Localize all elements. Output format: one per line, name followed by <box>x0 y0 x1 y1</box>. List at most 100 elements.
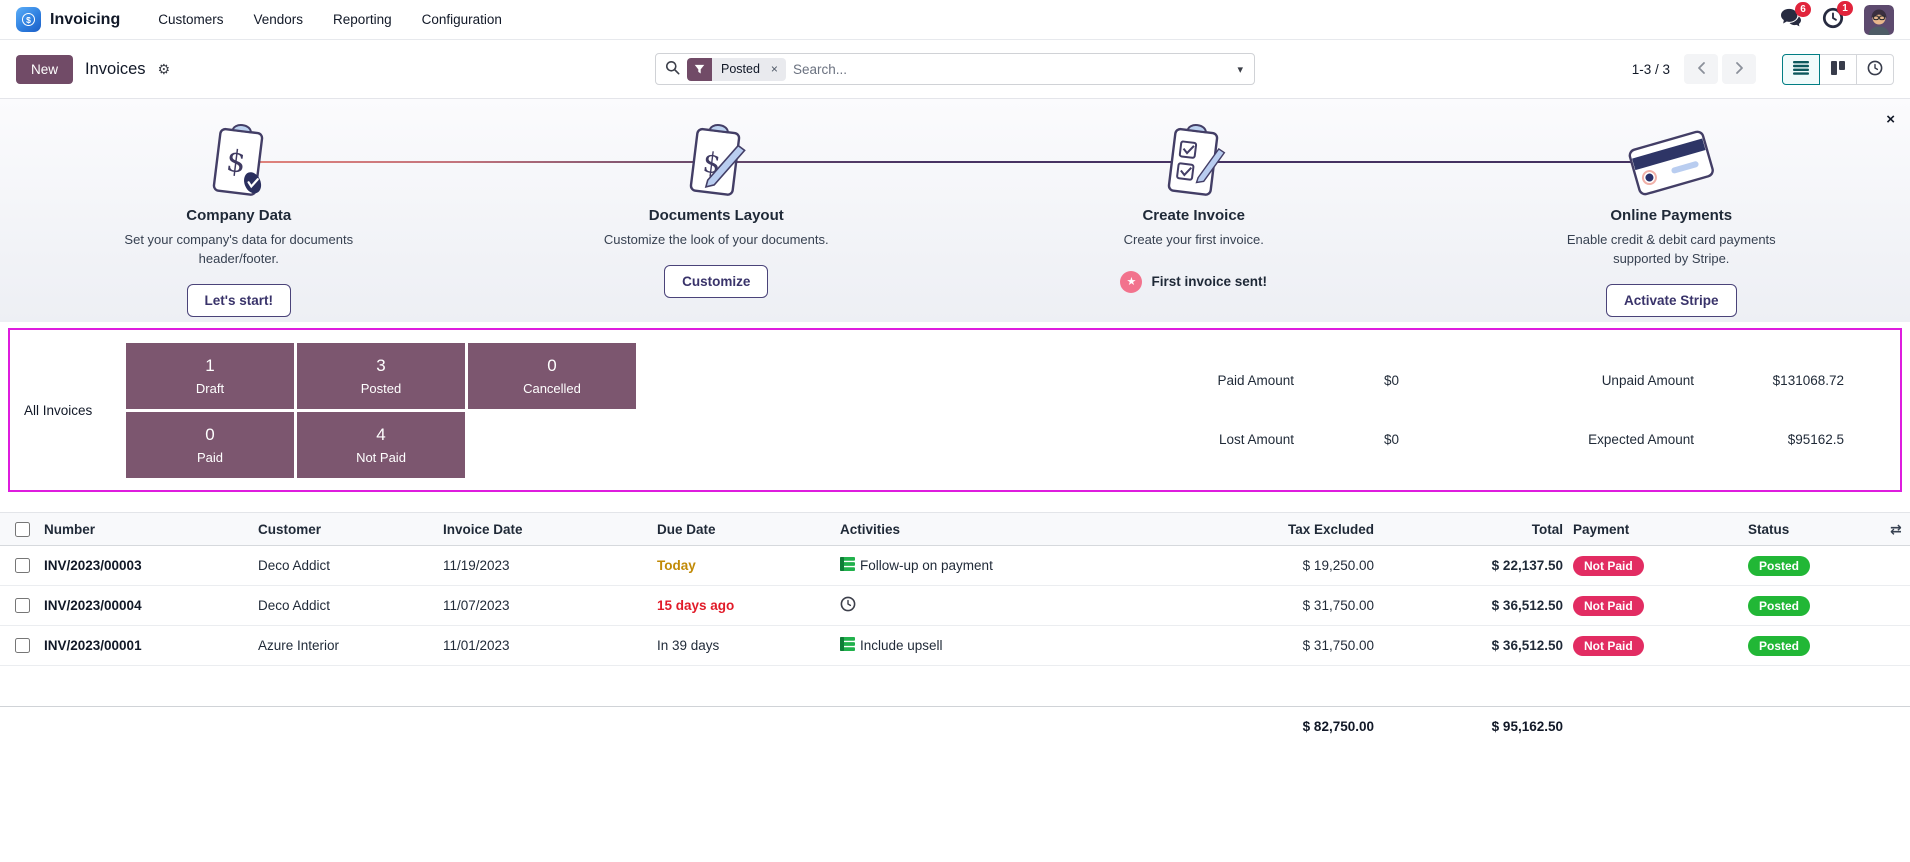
status-label: Paid <box>197 450 223 465</box>
user-avatar[interactable] <box>1864 5 1894 35</box>
app-name[interactable]: Invoicing <box>50 11 120 29</box>
filter-facet-posted[interactable]: Posted × <box>687 58 786 81</box>
lost-amount-value: $0 <box>1294 432 1444 447</box>
activate-stripe-button[interactable]: Activate Stripe <box>1606 284 1737 317</box>
payment-badge: Not Paid <box>1573 636 1644 656</box>
expected-amount-label[interactable]: Expected Amount <box>1444 432 1694 447</box>
status-box-not-paid[interactable]: 4 Not Paid <box>297 412 465 478</box>
invoices-table: Number Customer Invoice Date Due Date Ac… <box>0 512 1910 746</box>
pager-range: 1-3 / 3 <box>1632 62 1670 77</box>
filter-funnel-icon <box>687 58 712 81</box>
row-checkbox[interactable] <box>15 558 30 573</box>
activity-view-icon <box>1867 60 1883 79</box>
lets-start-button[interactable]: Let's start! <box>187 284 291 317</box>
unpaid-amount-label[interactable]: Unpaid Amount <box>1444 373 1694 388</box>
status-box-cancelled[interactable]: 0 Cancelled <box>468 343 636 409</box>
pager-previous-button[interactable] <box>1684 54 1718 84</box>
messages-button[interactable]: 6 <box>1780 8 1802 31</box>
onboarding-close-button[interactable]: × <box>1886 111 1895 128</box>
status-box-draft[interactable]: 1 Draft <box>126 343 294 409</box>
status-label: Draft <box>196 381 224 396</box>
row-checkbox[interactable] <box>15 598 30 613</box>
app-switcher[interactable]: $ Invoicing <box>16 7 120 32</box>
column-header-payment[interactable]: Payment <box>1563 522 1746 537</box>
chevron-right-icon <box>1734 61 1745 78</box>
step-title: Documents Layout <box>478 207 956 224</box>
search-bar[interactable]: Posted × ▾ <box>655 53 1255 85</box>
unpaid-amount-value: $131068.72 <box>1694 373 1844 388</box>
step-title: Company Data <box>0 207 478 224</box>
paid-amount-value: $0 <box>1294 373 1444 388</box>
activity-list-icon <box>840 637 855 654</box>
breadcrumb-area: New Invoices ⚙ <box>16 55 655 84</box>
row-checkbox[interactable] <box>15 638 30 653</box>
column-header-activities[interactable]: Activities <box>840 522 1194 537</box>
column-header-customer[interactable]: Customer <box>258 522 443 537</box>
top-navbar: $ Invoicing Customers Vendors Reporting … <box>0 0 1910 40</box>
search-input[interactable] <box>793 62 1229 77</box>
search-icon <box>665 60 680 78</box>
search-dropdown-icon[interactable]: ▾ <box>1235 63 1245 76</box>
nav-menu-customers[interactable]: Customers <box>146 8 235 31</box>
cell-activity[interactable] <box>840 596 1194 615</box>
table-row-inv-2023-00003[interactable]: INV/2023/00003 Deco Addict 11/19/2023 To… <box>0 546 1910 586</box>
optional-columns-icon[interactable]: ⇄ <box>1890 521 1910 538</box>
new-button[interactable]: New <box>16 55 73 84</box>
status-badge: Posted <box>1748 556 1810 576</box>
kanban-view-button[interactable] <box>1819 54 1857 85</box>
cell-invoice-date: 11/19/2023 <box>443 558 657 573</box>
status-boxes: 1 Draft 3 Posted 0 Cancelled 0 Paid 4 No… <box>126 343 636 478</box>
column-header-number[interactable]: Number <box>44 522 258 537</box>
cell-activity[interactable]: Include upsell <box>840 637 1194 654</box>
step-description: Set your company's data for documents he… <box>104 231 374 269</box>
status-label: Posted <box>361 381 401 396</box>
cell-number: INV/2023/00001 <box>44 638 258 653</box>
list-view-button[interactable] <box>1782 54 1820 85</box>
nav-menu-vendors[interactable]: Vendors <box>242 8 316 31</box>
column-header-total[interactable]: Total <box>1374 522 1563 537</box>
invoices-summary-panel: All Invoices 1 Draft 3 Posted 0 Cancelle… <box>8 328 1902 492</box>
status-box-paid[interactable]: 0 Paid <box>126 412 294 478</box>
cell-customer: Deco Addict <box>258 558 443 573</box>
activity-view-button[interactable] <box>1856 54 1894 85</box>
nav-menu-reporting[interactable]: Reporting <box>321 8 404 31</box>
activities-button[interactable]: 1 <box>1822 7 1844 32</box>
status-count: 0 <box>205 425 214 445</box>
table-row-inv-2023-00004[interactable]: INV/2023/00004 Deco Addict 11/07/2023 15… <box>0 586 1910 626</box>
cell-invoice-date: 11/07/2023 <box>443 598 657 613</box>
paid-amount-label[interactable]: Paid Amount <box>1114 373 1294 388</box>
control-panel: New Invoices ⚙ Posted × ▾ 1-3 / 3 <box>0 40 1910 98</box>
page-title: Invoices <box>85 60 146 79</box>
select-all-checkbox[interactable] <box>15 522 30 537</box>
column-header-tax-excluded[interactable]: Tax Excluded <box>1194 522 1374 537</box>
facet-remove-icon[interactable]: × <box>769 58 786 81</box>
onboarding-step-create-invoice: Create Invoice Create your first invoice… <box>955 119 1433 322</box>
cell-activity[interactable]: Follow-up on payment <box>840 557 1194 574</box>
lost-amount-label[interactable]: Lost Amount <box>1114 432 1294 447</box>
gear-icon[interactable]: ⚙ <box>158 61 171 78</box>
onboarding-step-online-payments: Online Payments Enable credit & debit ca… <box>1433 119 1910 322</box>
group-label: All Invoices <box>24 403 110 418</box>
column-header-status[interactable]: Status <box>1746 522 1890 537</box>
cell-customer: Azure Interior <box>258 638 443 653</box>
table-row-inv-2023-00001[interactable]: INV/2023/00001 Azure Interior 11/01/2023… <box>0 626 1910 666</box>
column-header-invoice-date[interactable]: Invoice Date <box>443 522 657 537</box>
status-count: 0 <box>547 356 556 376</box>
invoicing-app-window: $ Invoicing Customers Vendors Reporting … <box>0 0 1910 862</box>
status-count: 4 <box>376 425 385 445</box>
pager-area: 1-3 / 3 <box>1255 54 1894 85</box>
step-title: Online Payments <box>1433 207 1910 224</box>
cell-total: $ 22,137.50 <box>1374 558 1563 573</box>
step-done-indicator: ★ First invoice sent! <box>1120 271 1267 293</box>
step-description: Enable credit & debit card payments supp… <box>1536 231 1806 269</box>
clipboard-checklist-icon <box>955 119 1433 205</box>
activity-label: Follow-up on payment <box>860 558 993 573</box>
payment-badge: Not Paid <box>1573 556 1644 576</box>
status-box-posted[interactable]: 3 Posted <box>297 343 465 409</box>
nav-menu-configuration[interactable]: Configuration <box>410 8 514 31</box>
pager-next-button[interactable] <box>1722 54 1756 84</box>
customize-button[interactable]: Customize <box>664 265 768 298</box>
onboarding-step-documents-layout: $ Documents Layout Customize the look of… <box>478 119 956 322</box>
column-header-due-date[interactable]: Due Date <box>657 522 840 537</box>
credit-card-icon <box>1433 119 1910 205</box>
